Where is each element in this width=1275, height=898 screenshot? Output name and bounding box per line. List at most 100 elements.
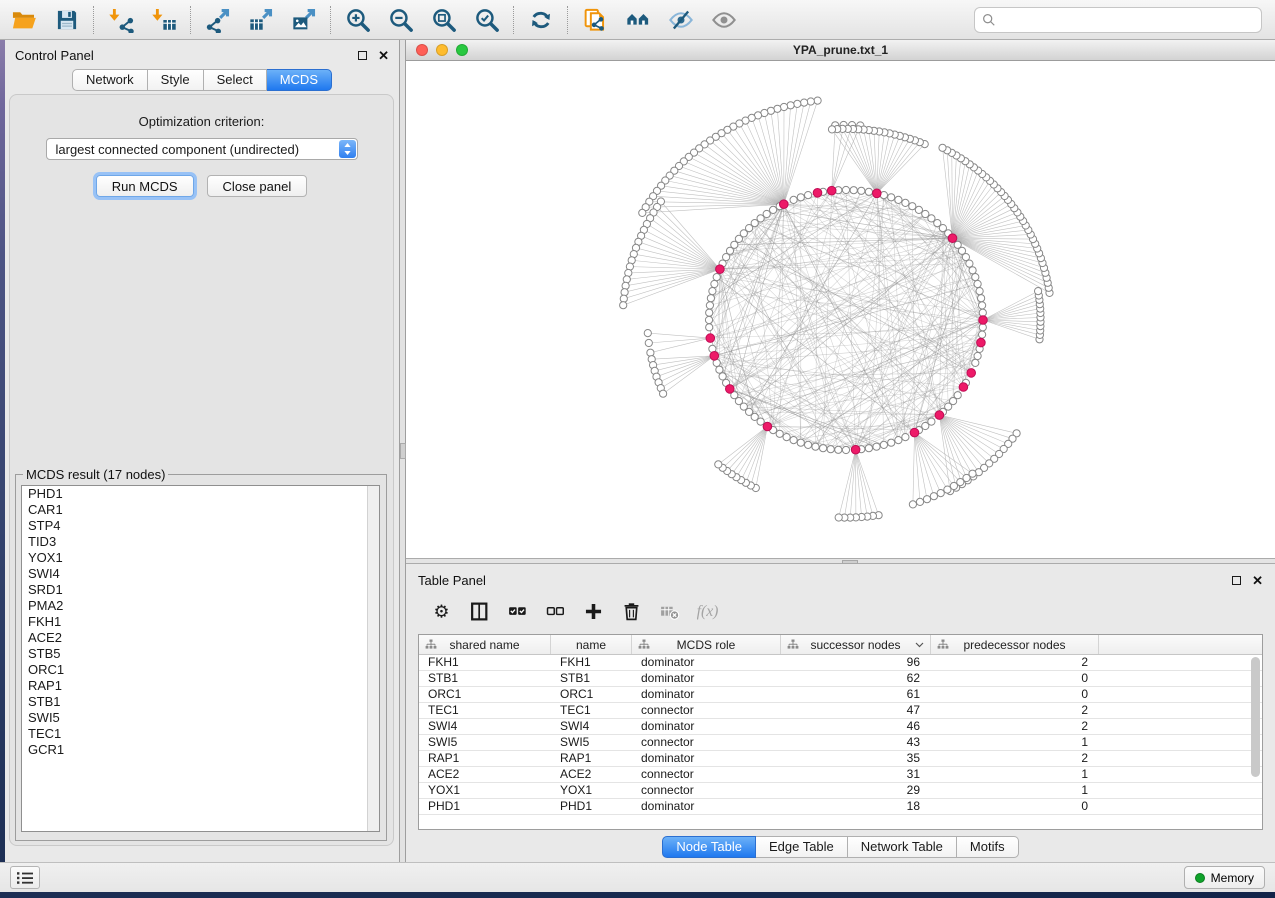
cell-name[interactable]: ORC1 [551,687,632,702]
table-row-ACE2[interactable]: ACE2ACE2connector311 [419,767,1262,783]
zoom-fit-button[interactable] [422,3,465,37]
cell-successor-nodes[interactable]: 35 [781,751,931,766]
mcds-list-scrollbar[interactable] [367,486,379,831]
cell-MCDS-role[interactable]: connector [632,783,781,798]
cell-predecessor-nodes[interactable]: 0 [931,671,1099,686]
search-input[interactable] [1001,13,1254,28]
table-row-TEC1[interactable]: TEC1TEC1connector472 [419,703,1262,719]
network-graph[interactable] [406,61,1275,558]
mcds-result-node[interactable]: SWI5 [22,710,379,726]
tab-select[interactable]: Select [204,69,267,91]
cell-predecessor-nodes[interactable]: 2 [931,719,1099,734]
cell-shared-name[interactable]: SWI5 [419,735,551,750]
column-header-successor-nodes[interactable]: successor nodes [781,635,931,654]
cell-shared-name[interactable]: ACE2 [419,767,551,782]
table-row-SWI5[interactable]: SWI5SWI5connector431 [419,735,1262,751]
tab-network[interactable]: Network [72,69,148,91]
open-file-button[interactable] [2,3,45,37]
cell-name[interactable]: TEC1 [551,703,632,718]
cell-name[interactable]: PHD1 [551,799,632,814]
table-tab-node-table[interactable]: Node Table [662,836,756,858]
cell-MCDS-role[interactable]: dominator [632,751,781,766]
mcds-result-node[interactable]: PHD1 [22,486,379,502]
save-session-button[interactable] [45,3,88,37]
cell-predecessor-nodes[interactable]: 0 [931,799,1099,814]
cell-shared-name[interactable]: ORC1 [419,687,551,702]
settings-button[interactable]: ⚙ [424,596,458,626]
first-neighbors-button[interactable] [616,3,659,37]
export-table-button[interactable] [239,3,282,37]
cell-shared-name[interactable]: RAP1 [419,751,551,766]
cell-shared-name[interactable]: YOX1 [419,783,551,798]
memory-button[interactable]: Memory [1184,866,1265,889]
mcds-result-node[interactable]: ORC1 [22,662,379,678]
select-all-button[interactable] [500,596,534,626]
cell-shared-name[interactable]: PHD1 [419,799,551,814]
cell-successor-nodes[interactable]: 46 [781,719,931,734]
cell-successor-nodes[interactable]: 62 [781,671,931,686]
cell-successor-nodes[interactable]: 61 [781,687,931,702]
table-tab-motifs[interactable]: Motifs [957,836,1019,858]
float-panel-icon[interactable] [358,51,367,60]
cell-successor-nodes[interactable]: 96 [781,655,931,670]
cell-MCDS-role[interactable]: connector [632,767,781,782]
cell-shared-name[interactable]: STB1 [419,671,551,686]
mcds-result-node[interactable]: STB1 [22,694,379,710]
mcds-result-node[interactable]: SWI4 [22,566,379,582]
search-box[interactable] [974,7,1262,33]
mcds-result-list[interactable]: PHD1CAR1STP4TID3YOX1SWI4SRD1PMA2FKH1ACE2… [21,485,380,832]
cell-successor-nodes[interactable]: 29 [781,783,931,798]
tab-style[interactable]: Style [148,69,204,91]
cell-MCDS-role[interactable]: dominator [632,687,781,702]
mcds-result-node[interactable]: TEC1 [22,726,379,742]
cell-MCDS-role[interactable]: dominator [632,719,781,734]
table-tab-network-table[interactable]: Network Table [848,836,957,858]
cell-shared-name[interactable]: TEC1 [419,703,551,718]
cell-MCDS-role[interactable]: dominator [632,671,781,686]
mcds-result-node[interactable]: PMA2 [22,598,379,614]
zoom-in-button[interactable] [336,3,379,37]
cell-predecessor-nodes[interactable]: 2 [931,703,1099,718]
mcds-result-node[interactable]: SRD1 [22,582,379,598]
cell-predecessor-nodes[interactable]: 1 [931,735,1099,750]
close-panel-button[interactable]: Close panel [207,175,308,197]
cell-predecessor-nodes[interactable]: 0 [931,687,1099,702]
cell-name[interactable]: STB1 [551,671,632,686]
table-row-SWI4[interactable]: SWI4SWI4dominator462 [419,719,1262,735]
table-row-YOX1[interactable]: YOX1YOX1connector291 [419,783,1262,799]
cell-shared-name[interactable]: SWI4 [419,719,551,734]
cell-name[interactable]: SWI5 [551,735,632,750]
zoom-out-button[interactable] [379,3,422,37]
table-scrollbar-thumb[interactable] [1251,657,1260,777]
delete-row-button[interactable] [614,596,648,626]
clone-network-button[interactable] [573,3,616,37]
zoom-selected-button[interactable] [465,3,508,37]
cell-MCDS-role[interactable]: dominator [632,799,781,814]
cell-predecessor-nodes[interactable]: 2 [931,655,1099,670]
export-image-button[interactable] [282,3,325,37]
mcds-result-node[interactable]: STB5 [22,646,379,662]
mcds-result-node[interactable]: RAP1 [22,678,379,694]
table-row-RAP1[interactable]: RAP1RAP1dominator352 [419,751,1262,767]
cell-shared-name[interactable]: FKH1 [419,655,551,670]
show-graphics-details-button[interactable] [702,3,745,37]
export-network-button[interactable] [196,3,239,37]
network-canvas[interactable] [406,61,1275,558]
run-mcds-button[interactable]: Run MCDS [96,175,194,197]
cell-successor-nodes[interactable]: 47 [781,703,931,718]
mcds-result-node[interactable]: GCR1 [22,742,379,758]
task-history-button[interactable] [10,866,40,889]
mcds-result-node[interactable]: FKH1 [22,614,379,630]
criterion-dropdown[interactable]: largest connected component (undirected) [46,138,358,160]
hide-graphics-details-button[interactable] [659,3,702,37]
cell-predecessor-nodes[interactable]: 1 [931,783,1099,798]
column-header-name[interactable]: name [551,635,632,654]
refresh-view-button[interactable] [519,3,562,37]
column-layout-button[interactable] [462,596,496,626]
mcds-result-node[interactable]: CAR1 [22,502,379,518]
table-row-FKH1[interactable]: FKH1FKH1dominator962 [419,655,1262,671]
cell-predecessor-nodes[interactable]: 1 [931,767,1099,782]
column-header-MCDS-role[interactable]: MCDS role [632,635,781,654]
add-row-button[interactable] [576,596,610,626]
cell-name[interactable]: YOX1 [551,783,632,798]
